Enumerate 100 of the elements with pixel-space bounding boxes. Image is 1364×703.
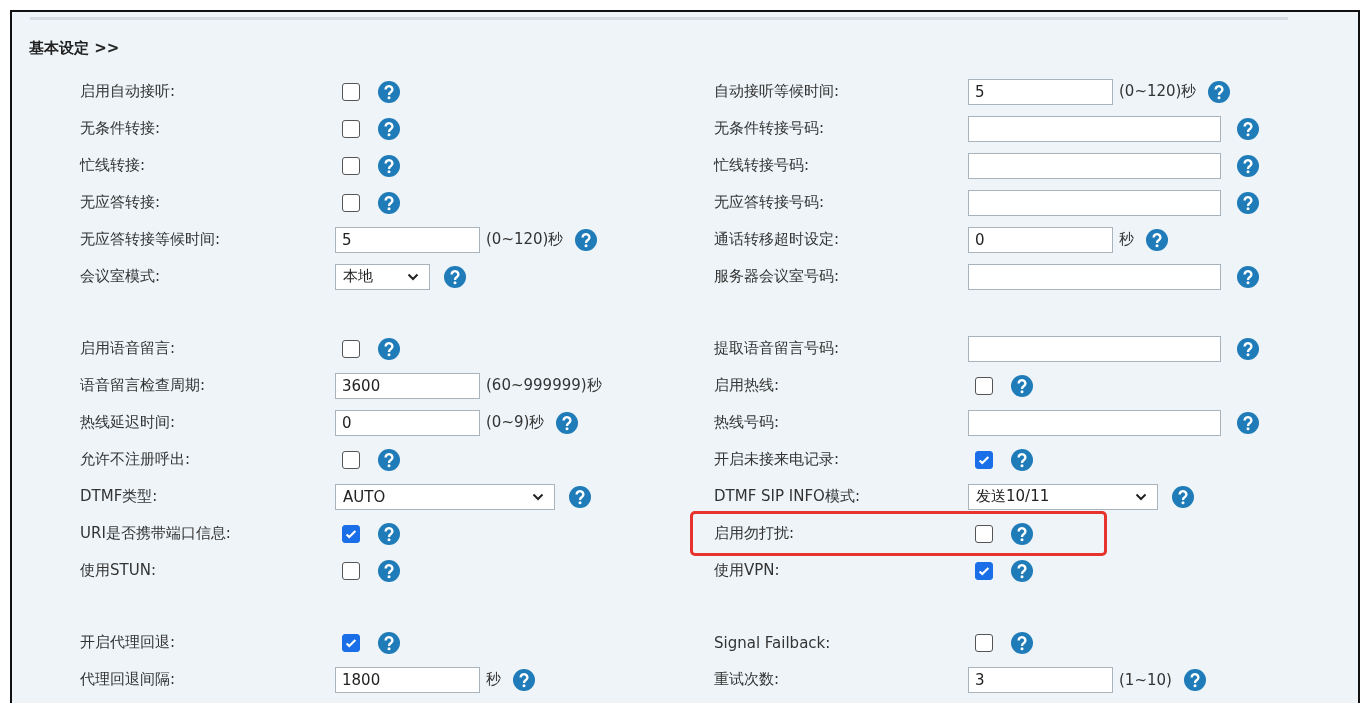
help-icon[interactable] [1172, 485, 1194, 508]
setting-label: 使用STUN: [80, 561, 157, 580]
dropdown[interactable]: AUTO [335, 483, 555, 510]
help-icon[interactable] [1011, 374, 1033, 397]
setting-label: 启用勿打扰: [714, 524, 796, 543]
help-icon[interactable] [1237, 191, 1259, 214]
help-icon[interactable] [513, 668, 535, 691]
input-field[interactable]: 0 [968, 226, 1113, 253]
help-icon[interactable] [378, 448, 400, 471]
unit-text: (0~120)秒 [1119, 82, 1197, 101]
checkbox[interactable] [342, 156, 360, 175]
checkbox[interactable] [342, 82, 360, 101]
section-title: 基本设定 >> [29, 38, 121, 58]
help-icon[interactable] [1011, 448, 1033, 471]
help-icon[interactable] [378, 80, 400, 103]
help-icon[interactable] [575, 228, 598, 251]
help-icon[interactable] [1011, 522, 1033, 545]
checkbox[interactable] [975, 633, 993, 652]
help-icon[interactable] [1237, 411, 1259, 434]
help-icon[interactable] [1146, 228, 1168, 251]
help-icon[interactable] [569, 485, 591, 508]
setting-label: 启用热线: [714, 376, 781, 395]
help-icon[interactable] [1208, 80, 1231, 103]
chevron-icon [1135, 492, 1147, 501]
setting-label: 开启代理回退: [80, 633, 177, 652]
setting-label: 通话转移超时设定: [714, 230, 841, 249]
help-icon[interactable] [1011, 559, 1033, 582]
setting-label: DTMF SIP INFO模式: [714, 487, 861, 506]
help-icon[interactable] [378, 559, 400, 582]
input-field[interactable]: 5 [968, 78, 1113, 105]
help-icon[interactable] [1237, 337, 1259, 360]
checkbox[interactable] [342, 450, 360, 469]
setting-label: 开启未接来电记录: [714, 450, 841, 469]
setting-label: 无应答转接号码: [714, 193, 826, 212]
help-icon[interactable] [378, 117, 400, 140]
input-field[interactable]: 0 [335, 409, 480, 436]
input-field[interactable] [968, 335, 1221, 362]
setting-label: 提取语音留言号码: [714, 339, 841, 358]
unit-text: (1~10) [1119, 670, 1172, 689]
checkbox[interactable] [342, 561, 360, 580]
unit-text: (0~120)秒 [486, 230, 564, 249]
setting-label: 启用自动接听: [80, 82, 177, 101]
chevron-icon [407, 272, 419, 281]
unit-text: 秒 [1119, 230, 1134, 249]
setting-label: URI是否携带端口信息: [80, 524, 232, 543]
help-icon[interactable] [1237, 154, 1259, 177]
help-icon[interactable] [378, 154, 400, 177]
help-icon[interactable] [1237, 117, 1259, 140]
input-field[interactable] [968, 409, 1221, 436]
help-icon[interactable] [444, 265, 466, 288]
setting-label: 启用语音留言: [80, 339, 177, 358]
dropdown[interactable]: 本地 [335, 263, 430, 290]
checkbox[interactable] [975, 561, 993, 580]
input-field[interactable]: 5 [335, 226, 480, 253]
help-icon[interactable] [1237, 265, 1259, 288]
setting-label: 语音留言检查周期: [80, 376, 207, 395]
setting-label: 热线延迟时间: [80, 413, 177, 432]
setting-label: 使用VPN: [714, 561, 781, 580]
setting-label: 忙线转接: [80, 156, 147, 175]
help-icon[interactable] [556, 411, 579, 434]
input-field[interactable] [968, 263, 1221, 290]
setting-label: 无应答转接: [80, 193, 162, 212]
help-icon[interactable] [378, 191, 400, 214]
unit-text: (0~9)秒 [486, 413, 545, 432]
setting-label: 忙线转接号码: [714, 156, 811, 175]
checkbox[interactable] [342, 339, 360, 358]
checkbox[interactable] [342, 119, 360, 138]
setting-label: 会议室模式: [80, 267, 162, 286]
help-icon[interactable] [1183, 668, 1206, 691]
help-icon[interactable] [1011, 631, 1033, 654]
checkbox[interactable] [342, 633, 360, 652]
setting-label: 服务器会议室号码: [714, 267, 841, 286]
help-icon[interactable] [378, 337, 400, 360]
setting-label: 重试次数: [714, 670, 781, 689]
setting-label: 允许不注册呼出: [80, 450, 192, 469]
unit-text: (60~999999)秒 [486, 376, 602, 395]
setting-label: 自动接听等候时间: [714, 82, 841, 101]
input-field[interactable] [968, 115, 1221, 142]
checkbox[interactable] [975, 450, 993, 469]
chevron-icon [532, 492, 544, 501]
checkbox[interactable] [342, 193, 360, 212]
setting-label: DTMF类型: [80, 487, 159, 506]
input-field[interactable]: 1800 [335, 666, 480, 693]
setting-label: 无条件转接号码: [714, 119, 826, 138]
checkbox[interactable] [975, 376, 993, 395]
checkbox[interactable] [342, 524, 360, 543]
dropdown[interactable]: 发送10/11 [968, 483, 1158, 510]
unit-text: 秒 [486, 670, 501, 689]
help-icon[interactable] [378, 522, 400, 545]
input-field[interactable]: 3600 [335, 372, 480, 399]
input-field[interactable]: 3 [968, 666, 1113, 693]
input-field[interactable] [968, 189, 1221, 216]
setting-label: 无应答转接等候时间: [80, 230, 222, 249]
checkbox[interactable] [975, 524, 993, 543]
setting-label: Signal Failback: [714, 633, 832, 652]
setting-label: 代理回退间隔: [80, 670, 177, 689]
setting-label: 热线号码: [714, 413, 781, 432]
setting-label: 无条件转接: [80, 119, 162, 138]
input-field[interactable] [968, 152, 1221, 179]
help-icon[interactable] [378, 631, 400, 654]
